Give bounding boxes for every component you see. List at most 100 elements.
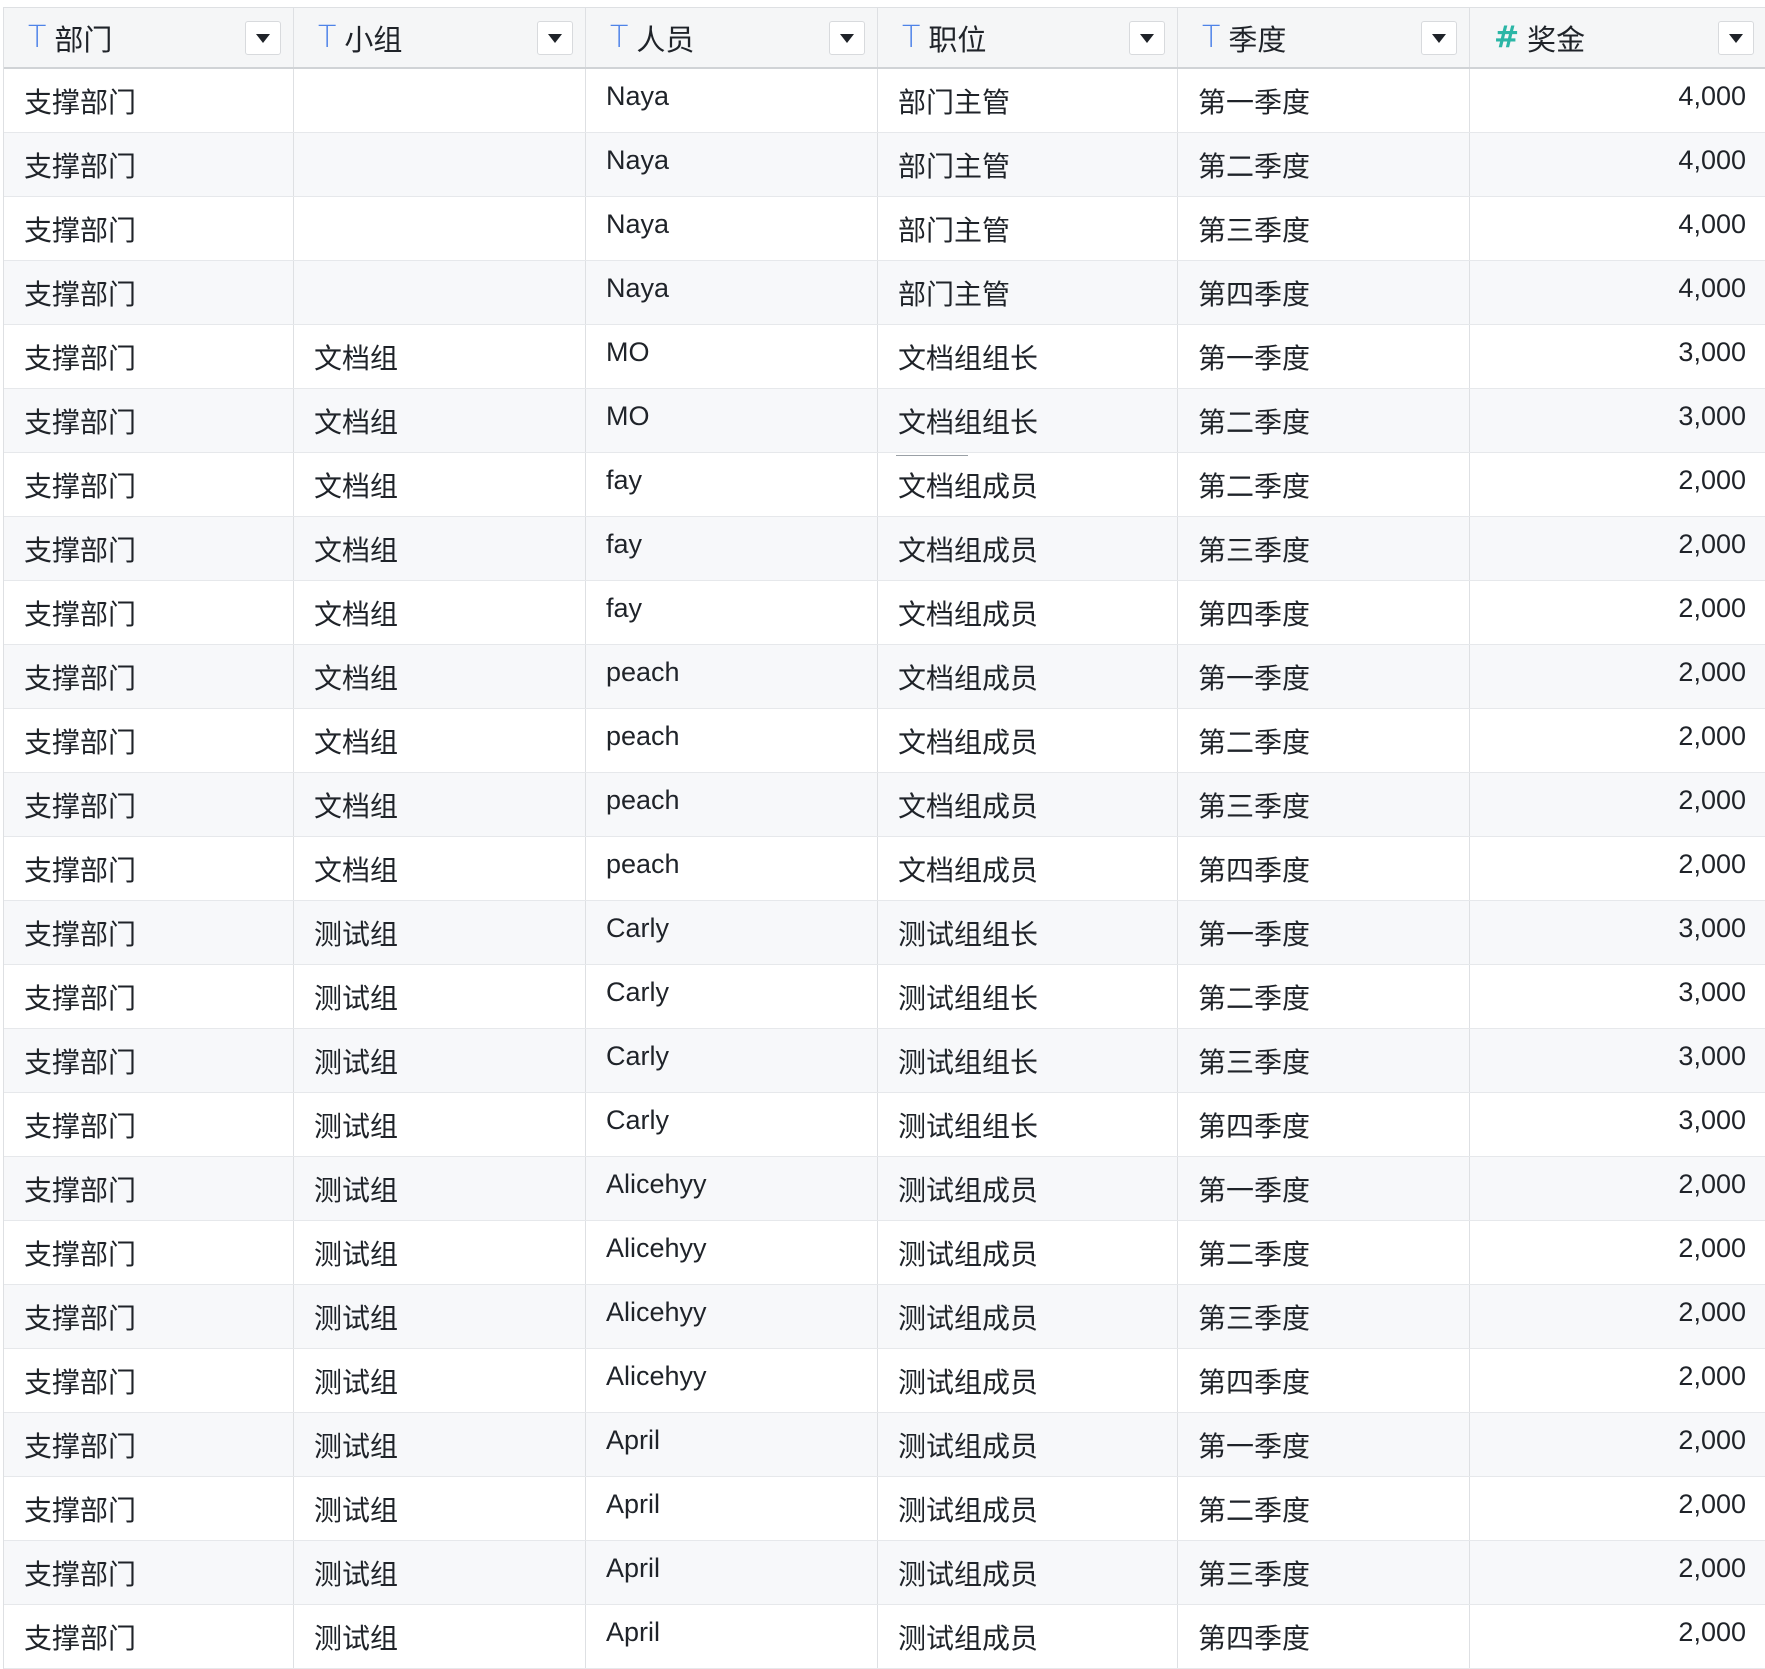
table-row[interactable]: 支撑部门 文档组 peach 文档组成员 第三季度 2,000 <box>4 773 1765 837</box>
quarter-cell[interactable]: 第三季度 <box>1178 773 1470 836</box>
position-cell[interactable]: 测试组组长 <box>878 1093 1178 1156</box>
person-cell[interactable]: peach <box>586 645 878 708</box>
bonus-cell[interactable]: 2,000 <box>1470 1541 1765 1604</box>
person-cell[interactable]: peach <box>586 709 878 772</box>
bonus-cell[interactable]: 2,000 <box>1470 1605 1765 1668</box>
table-row[interactable]: 支撑部门 文档组 MO 文档组组长 第一季度 3,000 <box>4 325 1765 389</box>
bonus-cell[interactable]: 3,000 <box>1470 1029 1765 1092</box>
quarter-cell[interactable]: 第四季度 <box>1178 1605 1470 1668</box>
quarter-cell[interactable]: 第三季度 <box>1178 1029 1470 1092</box>
table-row[interactable]: 支撑部门 测试组 Carly 测试组组长 第一季度 3,000 <box>4 901 1765 965</box>
department-cell[interactable]: 支撑部门 <box>4 133 294 196</box>
table-row[interactable]: 支撑部门 测试组 Alicehyy 测试组成员 第三季度 2,000 <box>4 1285 1765 1349</box>
quarter-cell[interactable]: 第二季度 <box>1178 709 1470 772</box>
bonus-cell[interactable]: 2,000 <box>1470 1157 1765 1220</box>
person-cell[interactable]: peach <box>586 837 878 900</box>
group-cell[interactable]: 测试组 <box>294 1093 586 1156</box>
department-cell[interactable]: 支撑部门 <box>4 965 294 1028</box>
group-cell[interactable]: 文档组 <box>294 581 586 644</box>
table-row[interactable]: 支撑部门 Naya 部门主管 第四季度 4,000 <box>4 261 1765 325</box>
quarter-cell[interactable]: 第一季度 <box>1178 69 1470 132</box>
group-cell[interactable]: 测试组 <box>294 1157 586 1220</box>
position-cell[interactable]: 文档组成员 <box>878 709 1178 772</box>
bonus-cell[interactable]: 3,000 <box>1470 965 1765 1028</box>
group-cell[interactable]: 测试组 <box>294 965 586 1028</box>
person-cell[interactable]: fay <box>586 581 878 644</box>
column-header-group[interactable]: T 小组 <box>294 8 586 67</box>
bonus-cell[interactable]: 2,000 <box>1470 453 1765 516</box>
quarter-cell[interactable]: 第一季度 <box>1178 901 1470 964</box>
table-row[interactable]: 支撑部门 测试组 Alicehyy 测试组成员 第二季度 2,000 <box>4 1221 1765 1285</box>
quarter-cell[interactable]: 第三季度 <box>1178 1285 1470 1348</box>
table-row[interactable]: 支撑部门 文档组 peach 文档组成员 第二季度 2,000 <box>4 709 1765 773</box>
department-cell[interactable]: 支撑部门 <box>4 1541 294 1604</box>
bonus-cell[interactable]: 4,000 <box>1470 133 1765 196</box>
column-header-quarter[interactable]: T 季度 <box>1178 8 1470 67</box>
position-cell[interactable]: 测试组成员 <box>878 1605 1178 1668</box>
position-cell[interactable]: 测试组组长 <box>878 901 1178 964</box>
column-menu-button[interactable] <box>1421 21 1457 55</box>
position-cell[interactable]: 测试组组长 <box>878 965 1178 1028</box>
table-row[interactable]: 支撑部门 文档组 fay 文档组成员 第三季度 2,000 <box>4 517 1765 581</box>
table-row[interactable]: 支撑部门 Naya 部门主管 第二季度 4,000 <box>4 133 1765 197</box>
table-row[interactable]: 支撑部门 测试组 April 测试组成员 第三季度 2,000 <box>4 1541 1765 1605</box>
department-cell[interactable]: 支撑部门 <box>4 773 294 836</box>
person-cell[interactable]: MO <box>586 389 878 452</box>
person-cell[interactable]: MO <box>586 325 878 388</box>
quarter-cell[interactable]: 第二季度 <box>1178 133 1470 196</box>
department-cell[interactable]: 支撑部门 <box>4 1093 294 1156</box>
position-cell[interactable]: 文档组成员 <box>878 645 1178 708</box>
department-cell[interactable]: 支撑部门 <box>4 645 294 708</box>
group-cell[interactable]: 文档组 <box>294 325 586 388</box>
person-cell[interactable]: April <box>586 1413 878 1476</box>
person-cell[interactable]: Naya <box>586 261 878 324</box>
department-cell[interactable]: 支撑部门 <box>4 581 294 644</box>
position-cell[interactable]: 文档组成员 <box>878 773 1178 836</box>
table-row[interactable]: 支撑部门 测试组 April 测试组成员 第一季度 2,000 <box>4 1413 1765 1477</box>
table-row[interactable]: 支撑部门 测试组 Carly 测试组组长 第四季度 3,000 <box>4 1093 1765 1157</box>
bonus-cell[interactable]: 2,000 <box>1470 773 1765 836</box>
group-cell[interactable] <box>294 133 586 196</box>
table-row[interactable]: 支撑部门 测试组 Alicehyy 测试组成员 第四季度 2,000 <box>4 1349 1765 1413</box>
person-cell[interactable]: April <box>586 1605 878 1668</box>
position-cell[interactable]: 部门主管 <box>878 197 1178 260</box>
table-row[interactable]: 支撑部门 测试组 April 测试组成员 第二季度 2,000 <box>4 1477 1765 1541</box>
table-row[interactable]: 支撑部门 文档组 peach 文档组成员 第四季度 2,000 <box>4 837 1765 901</box>
department-cell[interactable]: 支撑部门 <box>4 1221 294 1284</box>
bonus-cell[interactable]: 2,000 <box>1470 837 1765 900</box>
quarter-cell[interactable]: 第二季度 <box>1178 1221 1470 1284</box>
bonus-cell[interactable]: 3,000 <box>1470 1093 1765 1156</box>
person-cell[interactable]: Carly <box>586 901 878 964</box>
department-cell[interactable]: 支撑部门 <box>4 389 294 452</box>
position-cell[interactable]: 测试组组长 <box>878 1029 1178 1092</box>
column-header-bonus[interactable]: # 奖金 <box>1470 8 1765 67</box>
group-cell[interactable] <box>294 69 586 132</box>
position-cell[interactable]: 部门主管 <box>878 133 1178 196</box>
person-cell[interactable]: fay <box>586 517 878 580</box>
table-row[interactable]: 支撑部门 文档组 fay 文档组成员 第二季度 2,000 <box>4 453 1765 517</box>
column-header-position[interactable]: T 职位 <box>878 8 1178 67</box>
department-cell[interactable]: 支撑部门 <box>4 1285 294 1348</box>
bonus-cell[interactable]: 2,000 <box>1470 1349 1765 1412</box>
bonus-cell[interactable]: 2,000 <box>1470 1285 1765 1348</box>
quarter-cell[interactable]: 第四季度 <box>1178 1349 1470 1412</box>
person-cell[interactable]: peach <box>586 773 878 836</box>
quarter-cell[interactable]: 第三季度 <box>1178 517 1470 580</box>
department-cell[interactable]: 支撑部门 <box>4 709 294 772</box>
person-cell[interactable]: Carly <box>586 1093 878 1156</box>
table-row[interactable]: 支撑部门 Naya 部门主管 第一季度 4,000 <box>4 69 1765 133</box>
quarter-cell[interactable]: 第三季度 <box>1178 1541 1470 1604</box>
table-row[interactable]: 支撑部门 文档组 peach 文档组成员 第一季度 2,000 <box>4 645 1765 709</box>
person-cell[interactable]: Carly <box>586 1029 878 1092</box>
group-cell[interactable]: 测试组 <box>294 1413 586 1476</box>
group-cell[interactable]: 测试组 <box>294 1349 586 1412</box>
position-cell[interactable]: 测试组成员 <box>878 1477 1178 1540</box>
bonus-cell[interactable]: 2,000 <box>1470 1221 1765 1284</box>
table-row[interactable]: 支撑部门 测试组 Carly 测试组组长 第二季度 3,000 <box>4 965 1765 1029</box>
position-cell[interactable]: 文档组成员 <box>878 581 1178 644</box>
bonus-cell[interactable]: 2,000 <box>1470 517 1765 580</box>
group-cell[interactable]: 文档组 <box>294 709 586 772</box>
group-cell[interactable]: 测试组 <box>294 1285 586 1348</box>
person-cell[interactable]: Alicehyy <box>586 1221 878 1284</box>
column-menu-button[interactable] <box>1718 21 1754 55</box>
